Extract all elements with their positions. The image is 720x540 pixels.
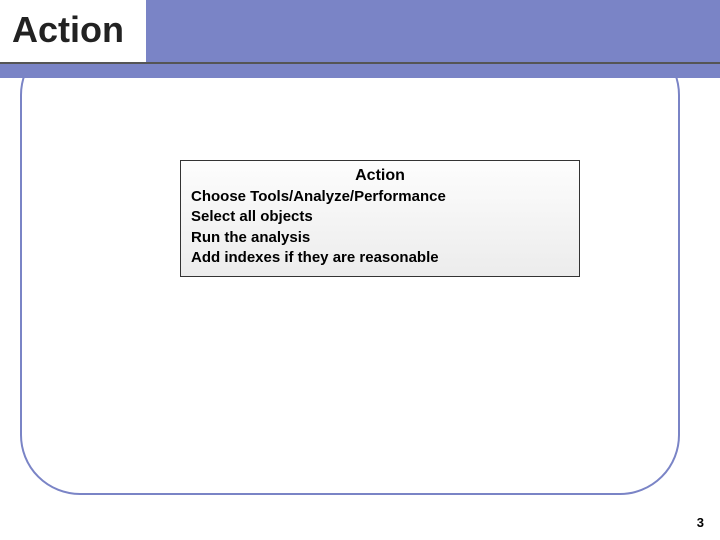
title-box: Action xyxy=(0,0,146,62)
card-line: Add indexes if they are reasonable xyxy=(191,248,569,268)
slide-title: Action xyxy=(12,9,124,51)
card-heading: Action xyxy=(191,167,569,185)
header-divider xyxy=(0,62,720,64)
card-line: Choose Tools/Analyze/Performance xyxy=(191,187,569,207)
card-line: Select all objects xyxy=(191,207,569,227)
action-card: Action Choose Tools/Analyze/Performance … xyxy=(180,160,580,277)
slide: Action Action Choose Tools/Analyze/Perfo… xyxy=(0,0,720,540)
page-number: 3 xyxy=(697,515,704,530)
card-line: Run the analysis xyxy=(191,228,569,248)
